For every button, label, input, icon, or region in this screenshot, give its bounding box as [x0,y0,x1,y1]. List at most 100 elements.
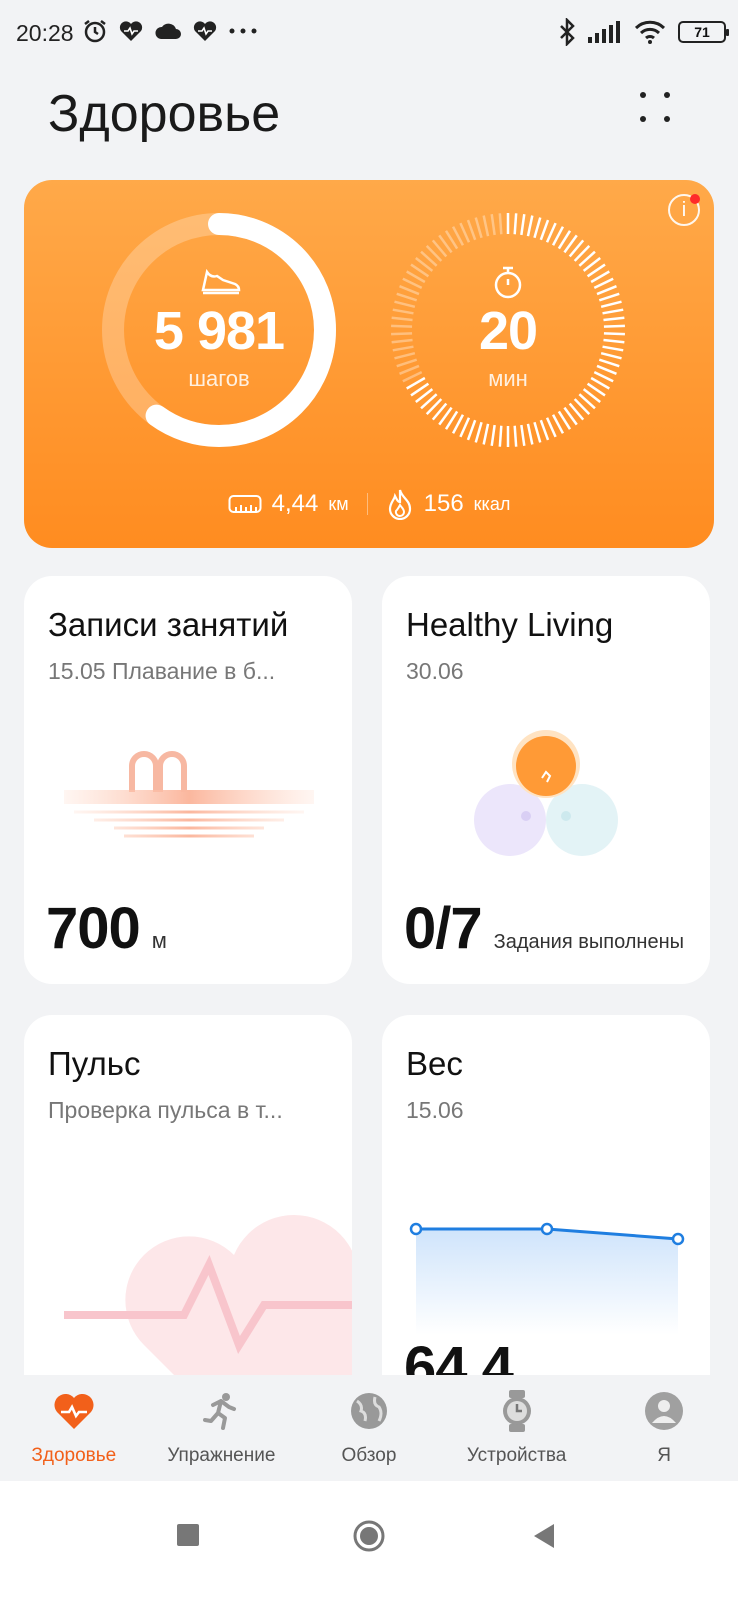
nav-item-exercise[interactable]: Упражнение [148,1375,296,1481]
minute-tick [526,215,534,237]
card-subtitle: 15.06 [406,1097,464,1123]
system-status-icons: 71 [558,18,729,46]
pool-illustration [64,751,314,838]
minute-tick [490,424,496,447]
weight-trend-chart [409,1222,685,1335]
minute-tick [482,215,490,237]
alarm-icon [84,20,106,43]
recents-button[interactable] [176,1523,200,1547]
watch-icon [495,1389,539,1433]
minute-tick [474,217,483,239]
weight-point [671,1232,685,1246]
nav-label: Упражнение [167,1445,276,1466]
heart-icon [52,1389,96,1433]
page-title: Здоровье [48,85,281,143]
card-title: Пульс [48,1045,141,1082]
weight-card[interactable]: Вес 15.06 64.4 кг [382,1015,710,1423]
weight-point [409,1222,423,1236]
minute-tick [593,277,614,290]
minutes-readout: 20 мин [386,300,630,392]
steps-value: 5 981 [153,301,285,361]
tasks-caption: Задания выполнены [493,931,685,953]
workout-distance-value: 700 [46,896,141,961]
battery-icon: 71 [678,21,729,43]
minute-tick [459,222,471,243]
minute-tick [513,213,518,235]
minute-tick [526,423,534,445]
nav-item-profile[interactable]: Я [590,1375,738,1481]
more-menu-button[interactable] [640,92,680,132]
wifi-icon [634,20,666,44]
healthy-living-petals-icon [474,730,618,856]
nav-item-overview[interactable]: Обзор [295,1375,443,1481]
minute-tick [399,285,420,296]
minutes-value: 20 [478,301,538,361]
minute-tick [533,217,542,239]
steps-readout: 5 981 шагов [97,300,341,392]
back-button[interactable] [532,1523,556,1549]
notification-icons [82,18,258,44]
running-icon [199,1389,243,1433]
minute-tick [596,285,617,296]
card-subtitle: 15.05 Плавание в б... [48,658,276,684]
nav-label: Здоровье [31,1445,117,1466]
minute-tick [490,213,496,236]
minutes-unit: мин [488,366,528,391]
distance-stat: 4,44 км [228,490,349,518]
calories-unit: ккал [473,493,511,514]
minute-tick [533,421,542,443]
minute-tick [459,417,471,438]
workout-distance: 700 м [46,895,167,962]
heart-pulse-icon [119,21,143,41]
globe-icon [347,1389,391,1433]
card-title: Записи занятий [48,606,289,643]
shoe-icon [201,268,241,295]
minute-tick [498,213,503,235]
calories-stat: 156 ккал [386,488,511,520]
tasks-progress: 0/7 Задания выполнены [404,895,684,962]
home-button[interactable] [352,1519,386,1553]
info-button[interactable]: i [668,194,700,226]
nav-item-devices[interactable]: Устройства [443,1375,591,1481]
minute-tick [474,421,483,443]
tasks-count: 0/7 [404,896,483,961]
minute-tick [520,424,526,447]
workout-distance-unit: м [151,928,167,953]
minute-tick [402,277,423,290]
minute-tick [520,213,526,236]
nav-label: Устройства [466,1445,567,1466]
weight-point [540,1222,554,1236]
system-navigation-bar [0,1481,738,1599]
healthy-living-card[interactable]: Healthy Living 30.06 0/7 Задания выполне… [382,576,710,984]
status-time: 20:28 [16,20,74,46]
minute-tick [498,425,503,447]
ruler-icon [228,495,262,513]
heart-pulse-icon [193,21,217,41]
minute-tick [466,219,477,241]
nav-label: Обзор [341,1445,397,1466]
status-bar: 20:28 71 [0,0,738,70]
notification-dot [690,194,700,204]
heart-rate-card[interactable]: Пульс Проверка пульса в т... [24,1015,352,1423]
nav-label: Я [657,1445,672,1466]
minute-tick [539,419,550,441]
cloud-icon [155,23,181,39]
card-title: Healthy Living [406,606,614,643]
minute-tick [466,419,477,441]
minute-tick [545,222,557,243]
heart-illustration [64,1215,352,1405]
stopwatch-icon [494,266,522,299]
activity-summary: 4,44 км 156 ккал [24,488,714,520]
card-subtitle: 30.06 [406,658,464,684]
workout-records-card[interactable]: Записи занятий 15.05 Плавание в б... 700… [24,576,352,984]
signal-icon [588,21,620,43]
more-icon [229,28,257,34]
nav-item-health[interactable]: Здоровье [0,1375,148,1481]
card-subtitle: Проверка пульса в т... [48,1097,283,1123]
minute-tick [539,219,550,241]
activity-rings-card[interactable]: i 5 981 шагов 20 мин 4,44 км 156 ккал [24,180,714,548]
minute-tick [513,425,518,447]
distance-value: 4,44 [271,490,319,517]
bluetooth-icon [560,18,575,46]
stats-divider [366,493,368,515]
